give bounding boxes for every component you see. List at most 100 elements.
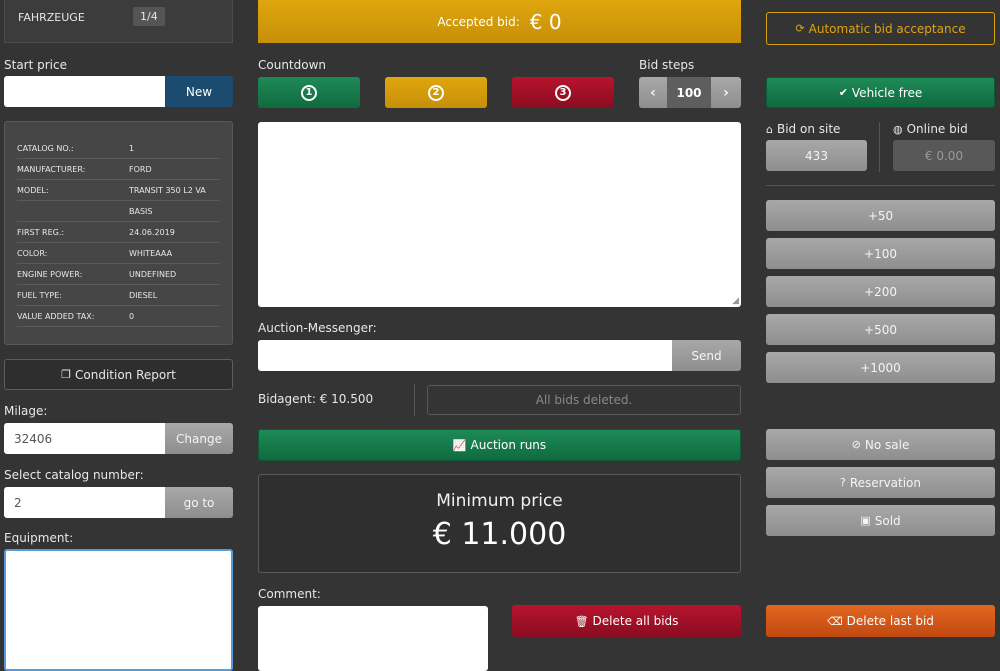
auto-accept-label: Automatic bid acceptance [808,21,966,36]
vehicles-count: 1/4 [133,7,165,26]
vehicle-info-value: UNDEFINED [129,269,177,279]
auction-runs-label: Auction runs [470,438,547,452]
increment-50-button[interactable]: +50 [766,200,995,231]
milage-label: Milage: [4,404,48,418]
resize-grip-icon: ◢ [732,296,739,306]
shield-check-icon: ✔ [838,86,848,99]
vehicle-info-row: VALUE ADDED TAX: 0 [17,306,220,327]
globe-icon: ◍ [893,123,903,136]
comment-textarea[interactable] [258,606,488,671]
change-button[interactable]: Change [165,423,233,454]
bid-steps-increase-button[interactable]: › [711,77,741,108]
vehicle-info-key: ENGINE POWER: [17,269,83,279]
sold-label: Sold [874,513,901,528]
vehicles-label: FAHRZEUGE [18,11,85,24]
vehicle-info-value: DIESEL [129,290,158,300]
vehicle-info-value: WHITEAAA [129,248,173,258]
online-bid-value: € 0.00 [893,140,995,171]
reservation-button[interactable]: ? Reservation [766,467,995,498]
vehicle-info-row: CATALOG NO.: 1 [17,138,220,159]
countdown-2-button[interactable]: 2 [385,77,487,108]
copy-icon: ❐ [61,368,71,381]
delete-all-bids-button[interactable]: 🗑 Delete all bids [512,605,741,637]
vehicle-info-row: FUEL TYPE: DIESEL [17,285,220,306]
increment-1000-button[interactable]: +1000 [766,352,995,383]
ban-icon: ⊘ [851,438,861,451]
start-price-input[interactable] [4,76,165,107]
vehicle-free-button[interactable]: ✔ Vehicle free [766,77,995,108]
countdown-1-button[interactable]: 1 [258,77,360,108]
catalog-input[interactable]: 2 [4,487,165,518]
minimum-price-panel: Minimum price € 11.000 [258,474,741,573]
right-separator [766,185,995,186]
countdown-label: Countdown [258,58,327,72]
no-sale-label: No sale [864,437,910,452]
vehicle-info-value: FORD [129,164,152,174]
vehicle-info-key: COLOR: [17,248,48,258]
delete-last-bid-button[interactable]: ⌫ Delete last bid [766,605,995,637]
min-price-label: Minimum price [436,491,563,511]
bid-steps-decrease-button[interactable]: ‹ [639,77,667,108]
vehicle-info-row: ENGINE POWER: UNDEFINED [17,264,220,285]
bids-status-box: All bids deleted. [427,385,741,415]
bid-on-site-button[interactable]: 433 [766,140,867,171]
vehicle-info-key: MODEL: [17,185,49,195]
vehicle-info-key: CATALOG NO.: [17,143,74,153]
bid-steps-label: Bid steps [639,58,695,72]
refresh-icon: ⟳ [795,22,805,35]
no-sale-button[interactable]: ⊘ No sale [766,429,995,460]
number-3-icon: 3 [555,84,571,101]
reservation-label: Reservation [849,475,922,490]
increment-100-button[interactable]: +100 [766,238,995,269]
equipment-textarea[interactable] [4,549,233,671]
milage-input[interactable]: 32406 [4,423,165,454]
bid-on-site-label: ⌂ Bid on site [766,122,840,136]
bid-on-site-text: Bid on site [776,122,841,136]
vehicle-info-key: MANUFACTURER: [17,164,86,174]
min-price-value: € 11.000 [432,517,567,552]
accepted-bid-label: Accepted bid: [437,14,520,29]
chevron-right-icon: › [723,84,729,101]
vehicle-info-panel: CATALOG NO.: 1 MANUFACTURER: FORD MODEL: TRAN… [4,121,233,345]
condition-report-label: Condition Report [75,367,176,382]
new-button[interactable]: New [165,76,233,107]
auction-runs-button[interactable]: 📈 Auction runs [258,429,741,461]
number-2-icon: 2 [428,84,444,101]
messenger-label: Auction-Messenger: [258,321,377,335]
accepted-bid-value: € 0 [529,9,562,34]
vehicle-info-list: CATALOG NO.: 1 MANUFACTURER: FORD MODEL: TRAN… [17,138,220,327]
delete-all-label: Delete all bids [592,614,679,628]
increment-500-button[interactable]: +500 [766,314,995,345]
send-button[interactable]: Send [672,340,741,371]
bid-log-textarea[interactable]: ◢ [258,122,741,307]
vehicle-info-key: VALUE ADDED TAX: [17,311,95,321]
messenger-input[interactable] [258,340,672,371]
vehicle-info-row: COLOR: WHITEAAA [17,243,220,264]
sold-button[interactable]: ▣ Sold [766,505,995,536]
vehicle-info-value: 24.06.2019 [129,227,175,237]
vehicle-info-value: BASIS [129,206,153,216]
vehicle-info-row: FIRST REG.: 24.06.2019 [17,222,220,243]
backspace-icon: ⌫ [827,614,843,628]
vehicle-info-key: FUEL TYPE: [17,290,62,300]
catalog-label: Select catalog number: [4,468,144,482]
start-price-label: Start price [4,58,67,72]
chevron-left-icon: ‹ [650,84,656,101]
vehicles-panel: FAHRZEUGE 1/4 [4,0,233,43]
question-icon: ? [839,476,846,489]
online-bid-label: ◍ Online bid [893,122,968,136]
vehicle-info-value: 0 [129,311,135,321]
increment-200-button[interactable]: +200 [766,276,995,307]
condition-report-button[interactable]: ❐ Condition Report [4,359,233,390]
bid-divider [879,122,880,172]
vehicle-info-row: BASIS [17,201,220,222]
vehicle-free-label: Vehicle free [851,85,923,100]
goto-button[interactable]: go to [165,487,233,518]
vehicle-info-value: 1 [129,143,135,153]
auto-accept-button[interactable]: ⟳ Automatic bid acceptance [766,12,995,45]
countdown-3-button[interactable]: 3 [512,77,614,108]
equipment-label: Equipment: [4,531,74,545]
accepted-bid-banner: Accepted bid: € 0 [258,0,741,43]
vehicle-info-value: TRANSIT 350 L2 VA [129,185,206,195]
comment-label: Comment: [258,587,321,601]
